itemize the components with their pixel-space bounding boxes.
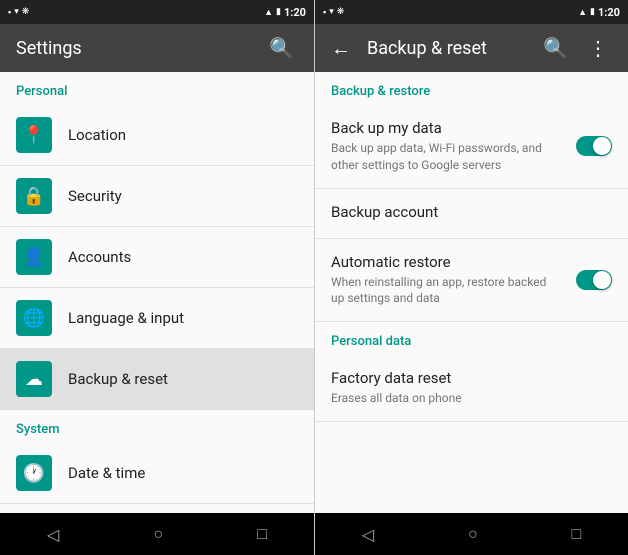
back-button[interactable]: ← — [331, 36, 351, 61]
right-content: Backup & restore Back up my data Back up… — [315, 72, 628, 513]
right-wifi-icon: ▾ — [329, 7, 334, 17]
auto-restore-toggle[interactable] — [576, 270, 612, 290]
security-icon: 🔒 — [16, 178, 52, 214]
backup-account-item[interactable]: Backup account — [315, 189, 628, 239]
bluetooth-icon: ❋ — [22, 7, 30, 17]
language-label: Language & input — [68, 309, 184, 327]
left-status-icons: ▪ ▾ ❋ — [8, 7, 29, 18]
auto-restore-row: Automatic restore When reinstalling an a… — [331, 253, 612, 308]
settings-item-language[interactable]: 🌐 Language & input — [0, 288, 314, 349]
datetime-icon: 🕐 — [16, 455, 52, 491]
language-icon: 🌐 — [16, 300, 52, 336]
left-toolbar: Settings 🔍 — [0, 24, 314, 72]
settings-item-backup[interactable]: ☁ Backup & reset — [0, 349, 314, 410]
backup-icon: ☁ — [16, 361, 52, 397]
backup-account-title: Backup account — [331, 203, 612, 221]
right-more-icon[interactable]: ⋮ — [584, 32, 612, 64]
accounts-icon: 👤 — [16, 239, 52, 275]
left-nav-bar: ◁ ○ □ — [0, 513, 314, 555]
auto-restore-item[interactable]: Automatic restore When reinstalling an a… — [315, 239, 628, 323]
location-label: Location — [68, 126, 126, 144]
left-search-icon[interactable]: 🔍 — [265, 32, 298, 64]
right-bluetooth-icon: ❋ — [337, 7, 345, 17]
right-nav-bar: ◁ ○ □ — [315, 513, 628, 555]
backup-restore-header: Backup & restore — [315, 72, 628, 105]
auto-restore-subtitle: When reinstalling an app, restore backed… — [331, 274, 551, 308]
sim-icon: ▪ — [8, 7, 11, 18]
right-search-icon[interactable]: 🔍 — [539, 32, 572, 64]
security-label: Security — [68, 187, 122, 205]
personal-section-header: Personal — [0, 72, 314, 105]
factory-reset-item[interactable]: Factory data reset Erases all data on ph… — [315, 355, 628, 422]
right-toolbar-title: Backup & reset — [367, 38, 539, 59]
backup-data-item[interactable]: Back up my data Back up app data, Wi-Fi … — [315, 105, 628, 189]
right-battery-icon: ▮ — [590, 7, 595, 17]
personal-data-header: Personal data — [315, 322, 628, 355]
system-section-header: System — [0, 410, 314, 443]
backup-data-title: Back up my data — [331, 119, 551, 137]
settings-item-location[interactable]: 📍 Location — [0, 105, 314, 166]
left-time: 1:20 — [284, 6, 306, 19]
right-toolbar-actions: 🔍 ⋮ — [539, 32, 612, 64]
left-settings-list: Personal 📍 Location 🔒 Security 👤 Account… — [0, 72, 314, 513]
backup-label: Backup & reset — [68, 370, 168, 388]
wifi-icon: ▾ — [14, 7, 19, 17]
settings-item-datetime[interactable]: 🕐 Date & time — [0, 443, 314, 504]
left-toolbar-title: Settings — [16, 38, 265, 59]
right-status-icons: ▪ ▾ ❋ — [323, 7, 344, 18]
location-icon: 📍 — [16, 117, 52, 153]
settings-item-security[interactable]: 🔒 Security — [0, 166, 314, 227]
factory-reset-title: Factory data reset — [331, 369, 612, 387]
left-nav-recents[interactable]: □ — [249, 516, 275, 552]
left-status-right: ▲ ▮ 1:20 — [264, 6, 306, 19]
battery-icon: ▮ — [276, 7, 281, 17]
left-nav-home[interactable]: ○ — [145, 516, 171, 552]
right-time: 1:20 — [598, 6, 620, 19]
right-status-right: ▲ ▮ 1:20 — [578, 6, 620, 19]
left-nav-back[interactable]: ◁ — [39, 517, 67, 552]
right-sim-icon: ▪ — [323, 7, 326, 18]
right-status-bar: ▪ ▾ ❋ ▲ ▮ 1:20 — [315, 0, 628, 24]
backup-data-row: Back up my data Back up app data, Wi-Fi … — [331, 119, 612, 174]
auto-restore-title: Automatic restore — [331, 253, 551, 271]
right-nav-home[interactable]: ○ — [460, 516, 486, 552]
settings-item-accounts[interactable]: 👤 Accounts — [0, 227, 314, 288]
backup-data-subtitle: Back up app data, Wi-Fi passwords, and o… — [331, 140, 551, 174]
backup-data-toggle[interactable] — [576, 136, 612, 156]
right-nav-recents[interactable]: □ — [563, 516, 589, 552]
signal-icon: ▲ — [264, 7, 273, 18]
right-panel: ▪ ▾ ❋ ▲ ▮ 1:20 ← Backup & reset 🔍 ⋮ Back… — [314, 0, 628, 555]
backup-data-text: Back up my data Back up app data, Wi-Fi … — [331, 119, 551, 174]
datetime-label: Date & time — [68, 464, 145, 482]
auto-restore-text: Automatic restore When reinstalling an a… — [331, 253, 551, 308]
factory-reset-subtitle: Erases all data on phone — [331, 390, 551, 407]
left-status-bar: ▪ ▾ ❋ ▲ ▮ 1:20 — [0, 0, 314, 24]
right-signal-icon: ▲ — [578, 7, 587, 18]
accounts-label: Accounts — [68, 248, 131, 266]
right-toolbar: ← Backup & reset 🔍 ⋮ — [315, 24, 628, 72]
left-panel: ▪ ▾ ❋ ▲ ▮ 1:20 Settings 🔍 Personal 📍 Loc… — [0, 0, 314, 555]
right-nav-back[interactable]: ◁ — [354, 517, 382, 552]
